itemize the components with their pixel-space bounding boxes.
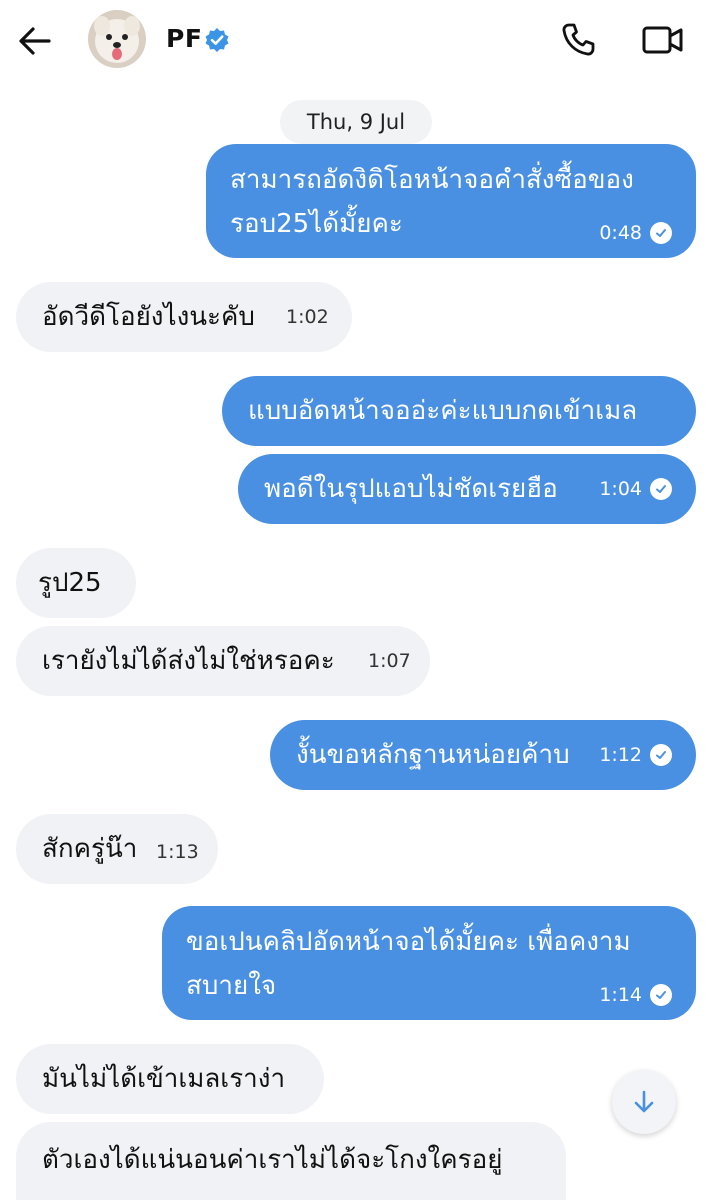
- message-line: สบายใจ: [186, 971, 277, 1001]
- video-camera-icon: [642, 26, 683, 54]
- message-text: งั้นขอหลักฐานหน่อยค้าบ: [296, 740, 570, 770]
- message-meta: 0:48: [599, 222, 672, 244]
- message-text: แบบอัดหน้าจออ่ะค่ะแบบกดเข้าเมล: [248, 396, 638, 426]
- message-meta: 1:13: [156, 841, 199, 863]
- message-bubble-outgoing[interactable]: งั้นขอหลักฐานหน่อยค้าบ 1:12: [270, 720, 696, 790]
- message-text: ตัวเองได้แน่นอนค่าเราไม่ได้จะโกงใครอยู่: [42, 1145, 503, 1175]
- message-bubble-incoming[interactable]: เรายังไม่ได้ส่งไม่ใช่หรอคะ 1:07: [16, 626, 430, 696]
- scroll-to-bottom-button[interactable]: [612, 1070, 676, 1134]
- message-text: อัดวีดีโอยังไงนะคับ: [42, 302, 255, 332]
- read-check-icon: [650, 744, 672, 766]
- message-bubble-outgoing[interactable]: สามารถอัดงิดิโอหน้าจอคำสั่งซื้อของ รอบ25…: [206, 144, 696, 258]
- message-bubble-incoming[interactable]: มันไม่ได้เข้าเมลเราง่า: [16, 1044, 324, 1114]
- message-time: 1:04: [599, 478, 642, 500]
- message-time: 1:13: [156, 841, 199, 863]
- dog-avatar-icon: [88, 10, 146, 68]
- read-check-icon: [650, 984, 672, 1006]
- message-text: มันไม่ได้เข้าเมลเราง่า: [42, 1064, 286, 1094]
- contact-name[interactable]: PF: [166, 24, 202, 53]
- video-call-button[interactable]: [638, 18, 688, 62]
- call-button[interactable]: [556, 18, 600, 62]
- message-time: 1:02: [286, 306, 329, 328]
- message-line: รอบ25ได้มั้ยคะ: [230, 209, 403, 239]
- message-time: 1:07: [368, 650, 411, 672]
- message-bubble-incoming[interactable]: อัดวีดีโอยังไงนะคับ 1:02: [16, 282, 352, 352]
- message-time: 1:14: [599, 984, 642, 1006]
- message-bubble-incoming[interactable]: รูป25: [16, 548, 136, 618]
- chat-header: PF: [0, 0, 712, 82]
- message-text: พอดีในรุปแอบไม่ชัดเรยฮือ: [264, 474, 558, 504]
- date-separator: Thu, 9 Jul: [280, 100, 432, 144]
- read-check-icon: [650, 478, 672, 500]
- message-bubble-outgoing[interactable]: ขอเปนคลิปอัดหน้าจอได้มั้ยคะ เพื่อคงาม สบ…: [162, 906, 696, 1020]
- message-line: สามารถอัดงิดิโอหน้าจอคำสั่งซื้อของ: [230, 165, 634, 195]
- message-time: 0:48: [599, 222, 642, 244]
- message-bubble-incoming[interactable]: ตัวเองได้แน่นอนค่าเราไม่ได้จะโกงใครอยู่: [16, 1122, 566, 1200]
- phone-icon: [562, 23, 595, 56]
- verified-badge-icon: [205, 28, 229, 52]
- message-text: เรายังไม่ได้ส่งไม่ใช่หรอคะ: [42, 646, 335, 676]
- chat-screen: PF Thu, 9 Jul สามารถอัดงิดิโอหน้าจอคำสั่…: [0, 0, 712, 1200]
- message-meta: 1:12: [599, 744, 672, 766]
- message-text: ขอเปนคลิปอัดหน้าจอได้มั้ยคะ เพื่อคงาม สบ…: [186, 920, 631, 1008]
- message-line: ขอเปนคลิปอัดหน้าจอได้มั้ยคะ เพื่อคงาม: [186, 927, 631, 957]
- back-button[interactable]: [14, 20, 56, 62]
- avatar[interactable]: [88, 10, 146, 68]
- read-check-icon: [650, 222, 672, 244]
- message-text: รูป25: [38, 568, 102, 598]
- message-text: สักครู่น๊า: [42, 834, 138, 864]
- arrow-left-icon: [19, 27, 51, 55]
- message-bubble-incoming[interactable]: สักครู่น๊า 1:13: [16, 814, 218, 884]
- message-meta: 1:04: [599, 478, 672, 500]
- message-bubble-outgoing[interactable]: แบบอัดหน้าจออ่ะค่ะแบบกดเข้าเมล: [222, 376, 696, 446]
- message-text: สามารถอัดงิดิโอหน้าจอคำสั่งซื้อของ รอบ25…: [230, 158, 634, 246]
- message-meta: 1:07: [368, 650, 411, 672]
- message-meta: 1:14: [599, 984, 672, 1006]
- message-time: 1:12: [599, 744, 642, 766]
- message-meta: 1:02: [286, 306, 329, 328]
- message-bubble-outgoing[interactable]: พอดีในรุปแอบไม่ชัดเรยฮือ 1:04: [238, 454, 696, 524]
- arrow-down-icon: [634, 1090, 654, 1113]
